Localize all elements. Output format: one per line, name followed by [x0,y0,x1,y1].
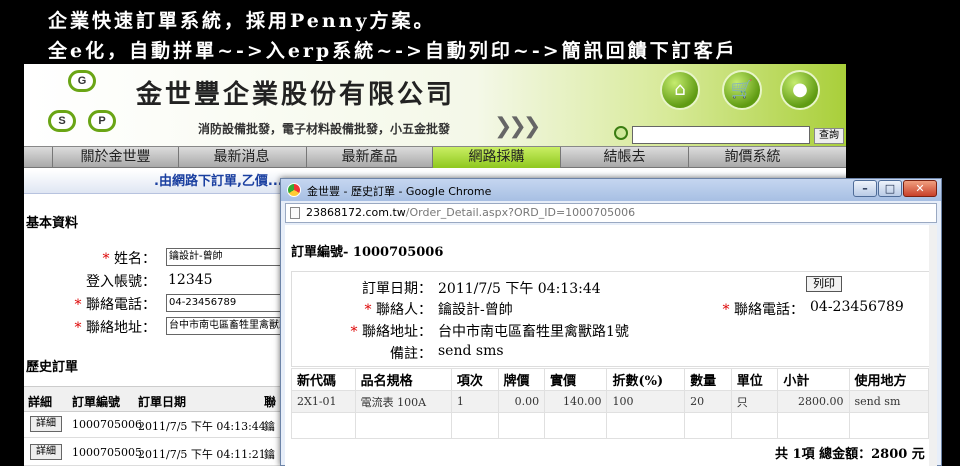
history-order-date: 2011/7/5 下午 04:11:21 [138,448,266,461]
col-quantity: 數量 [684,368,732,391]
note-label: 備註： [390,346,432,362]
address-detail-label: * 聯絡地址： [350,324,432,340]
account-value: 12345 [168,272,213,288]
history-table-header: 詳細 訂單編號 訂單日期 聯 [24,386,280,412]
arrows-decoration-icon: ❯❯❯ [494,114,541,139]
history-order-contact: 鑰 [264,448,275,461]
logo-node-g: G [68,70,96,92]
history-row: 詳細 1000705005 2011/7/5 下午 04:11:21 鑰 [24,440,280,466]
main-nav: 關於金世豐 最新消息 最新產品 網路採購 結帳去 詢價系統 [24,146,846,168]
phone-detail-label: * 聯絡電話： [722,302,804,318]
logo-node-s: S [48,110,76,132]
cell-unit: 只 [730,390,779,413]
search-icon [614,126,628,140]
address-detail-value: 台中市南屯區畜牲里禽獸路1號 [438,324,629,340]
site-header: G S P 金世豐企業股份有限公司 消防設備批發，電子材料設備批發，小五金批發 … [24,64,846,146]
banner-headline: 企業快速訂單系統，採用Penny方案。 [48,10,436,32]
nav-online-purchase[interactable]: 網路採購 [432,147,560,168]
cell-subtotal: 2800.00 [777,390,850,413]
cell-actual-price: 140.00 [544,390,608,413]
history-order-contact: 鑰 [264,420,275,433]
order-date-label: 訂單日期： [362,281,432,297]
contact-label: * 聯絡人： [364,302,432,318]
table-row: 2X1-01 電流表 100A 1 0.00 140.00 100 20 只 2… [291,390,930,413]
company-tagline: 消防設備批發，電子材料設備批發，小五金批發 [198,122,451,136]
cell-item-no: 1 [450,390,499,413]
col-usage: 使用地方 [848,368,930,391]
detail-button[interactable]: 詳細 [30,416,62,432]
search-input[interactable] [632,126,810,144]
company-logo: G S P [48,70,118,140]
phone-detail-value: 04-23456789 [810,299,904,315]
cell-usage: send sm [848,390,930,413]
company-name: 金世豐企業股份有限公司 [136,80,456,110]
history-order-date: 2011/7/5 下午 04:13:44 [138,420,266,433]
order-total: 共 1項 總金額：2800 元 [775,447,925,462]
cell-new-code: 2X1-01 [291,390,356,413]
maximize-button[interactable]: □ [878,180,902,197]
url-text: 23868172.com.tw/Order_Detail.aspx?ORD_ID… [306,206,636,219]
cell-quantity: 20 [684,390,732,413]
note-value: send sms [438,343,504,359]
address-label: * 聯絡地址： [74,320,156,336]
history-col-date: 訂單日期 [138,395,187,409]
vertical-scrollbar[interactable] [929,225,937,466]
table-header-row: 新代碼 品名規格 項次 牌價 實價 折數(%) 數量 單位 小計 使用地方 [291,368,930,391]
col-product: 品名規格 [354,368,452,391]
shopping-cart-icon[interactable]: 🛒 [722,70,762,110]
member-icon[interactable]: ● [780,70,820,110]
order-detail-content: 訂單編號- 1000705006 訂單日期： 2011/7/5 下午 04:13… [285,225,937,466]
logo-node-p: P [88,110,116,132]
page-icon [290,207,300,219]
cell-product: 電流表 100A [354,390,452,413]
history-title: 歷史訂單 [26,360,79,375]
order-number-heading: 訂單編號- 1000705006 [291,245,444,260]
history-col-detail: 詳細 [28,395,53,409]
name-label: * 姓名： [102,251,156,267]
order-date-value: 2011/7/5 下午 04:13:44 [438,281,601,297]
address-bar[interactable]: 23868172.com.tw/Order_Detail.aspx?ORD_ID… [285,203,937,223]
print-button[interactable]: 列印 [806,276,842,292]
history-row: 詳細 1000705006 2011/7/5 下午 04:13:44 鑰 [24,412,280,438]
close-button[interactable]: ✕ [903,180,937,197]
phone-label: * 聯絡電話： [74,297,156,313]
col-new-code: 新代碼 [291,368,356,391]
nav-about[interactable]: 關於金世豐 [52,147,178,168]
order-items-table: 新代碼 品名規格 項次 牌價 實價 折數(%) 數量 單位 小計 使用地方 2X… [291,368,930,439]
nav-checkout[interactable]: 結帳去 [560,147,688,168]
order-info-box: 訂單日期： 2011/7/5 下午 04:13:44 列印 * 聯絡人： 鑰設計… [291,271,931,367]
col-actual-price: 實價 [544,368,608,391]
banner-subheadline: 全e化，自動拼單~->入erp系統~->自動列印~->簡訊回饋下訂客戶 [48,40,738,62]
nav-new-products[interactable]: 最新產品 [306,147,432,168]
name-field[interactable]: 鑰設計-曾帥 [166,248,286,266]
col-list-price: 牌價 [497,368,546,391]
home-icon[interactable]: ⌂ [660,70,700,110]
minimize-button[interactable]: – [853,180,877,197]
contact-value: 鑰設計-曾帥 [438,302,513,318]
basic-info-title: 基本資料 [26,216,79,231]
history-order-no: 1000705006 [72,418,142,431]
col-discount: 折數(%) [606,368,686,391]
nav-news[interactable]: 最新消息 [178,147,304,168]
account-label: 登入帳號： [86,274,156,290]
col-unit: 單位 [730,368,779,391]
col-subtotal: 小計 [777,368,850,391]
window-title: 金世豐 - 歷史訂單 - Google Chrome [307,185,492,198]
chrome-popup-window: 金世豐 - 歷史訂單 - Google Chrome – □ ✕ 2386817… [280,178,942,466]
search-button[interactable]: 查詢 [814,128,844,144]
history-col-more: 聯 [264,395,277,409]
chrome-icon [287,183,301,197]
phone-field[interactable]: 04-23456789 [166,294,286,312]
col-item-no: 項次 [450,368,499,391]
address-field[interactable]: 台中市南屯區畜牲里禽獸路 [166,317,286,335]
detail-button[interactable]: 詳細 [30,444,62,460]
cell-discount: 100 [606,390,686,413]
nav-inquiry[interactable]: 詢價系統 [688,147,816,168]
window-titlebar[interactable]: 金世豐 - 歷史訂單 - Google Chrome – □ ✕ [281,179,941,201]
cell-list-price: 0.00 [497,390,546,413]
history-order-no: 1000705005 [72,446,142,459]
table-row-empty [291,412,930,439]
history-col-order-no: 訂單編號 [72,395,121,409]
